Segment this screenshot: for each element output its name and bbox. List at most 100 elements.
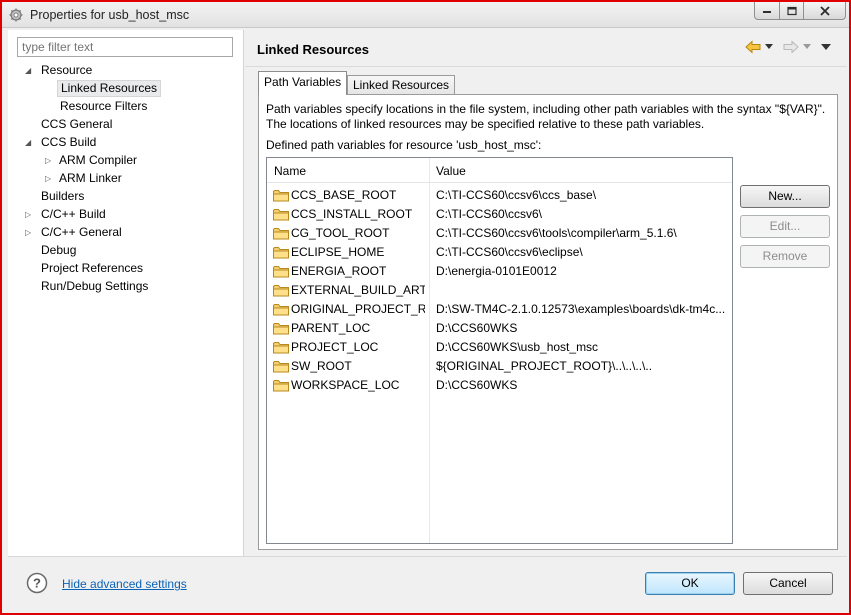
close-icon: [819, 6, 830, 15]
forward-dropdown-icon[interactable]: [803, 44, 811, 50]
sidebar-item-arm-linker[interactable]: ▷ ARM Linker: [8, 170, 242, 187]
sidebar-item-ccs-build[interactable]: ◢ CCS Build: [8, 134, 242, 151]
cancel-button[interactable]: Cancel: [743, 572, 833, 595]
back-dropdown-icon[interactable]: [765, 44, 773, 50]
table-row[interactable]: PROJECT_LOC D:\CCS60WKS\usb_host_msc: [267, 338, 732, 357]
filter-input[interactable]: [17, 37, 233, 57]
sidebar-item-label: Builders: [41, 189, 85, 203]
variable-name: WORKSPACE_LOC: [291, 378, 400, 392]
maximize-icon: [786, 6, 797, 15]
close-button[interactable]: [803, 2, 846, 20]
variable-name: PROJECT_LOC: [291, 340, 379, 354]
remove-button[interactable]: Remove: [740, 245, 830, 268]
collapsed-twisty-icon[interactable]: ▷: [25, 206, 35, 223]
back-arrow-icon[interactable]: [745, 40, 761, 54]
folder-icon: [273, 266, 289, 278]
table-row[interactable]: ENERGIA_ROOT D:\energia-0101E0012: [267, 262, 732, 281]
minimize-button[interactable]: [754, 2, 780, 20]
table-row[interactable]: ORIGINAL_PROJECT_R... D:\SW-TM4C-2.1.0.12…: [267, 300, 732, 319]
table-row[interactable]: WORKSPACE_LOC D:\CCS60WKS: [267, 376, 732, 395]
ok-button[interactable]: OK: [645, 572, 735, 595]
sidebar-item-label: ARM Compiler: [59, 153, 138, 167]
variable-name: CCS_INSTALL_ROOT: [291, 207, 413, 221]
expanded-twisty-icon[interactable]: ◢: [25, 62, 35, 79]
folder-icon: [273, 209, 289, 221]
table-row[interactable]: PARENT_LOC D:\CCS60WKS: [267, 319, 732, 338]
sidebar-item-c-c-build[interactable]: ▷ C/C++ Build: [8, 206, 242, 223]
folder-icon: [273, 361, 289, 373]
edit-button[interactable]: Edit...: [740, 215, 830, 238]
table-row[interactable]: CCS_INSTALL_ROOT C:\TI-CCS60\ccsv6\: [267, 205, 732, 224]
table-row[interactable]: ECLIPSE_HOME C:\TI-CCS60\ccsv6\eclipse\: [267, 243, 732, 262]
sidebar-item-ccs-general[interactable]: CCS General: [8, 116, 242, 133]
sidebar-item-run-debug-settings[interactable]: Run/Debug Settings: [8, 278, 242, 295]
svg-text:?: ?: [33, 576, 41, 591]
table-row[interactable]: CCS_BASE_ROOT C:\TI-CCS60\ccsv6\ccs_base\: [267, 186, 732, 205]
variable-value: D:\CCS60WKS: [436, 321, 518, 335]
variable-name: SW_ROOT: [291, 359, 352, 373]
history-controls: [745, 40, 835, 56]
sidebar-item-resource-filters[interactable]: Resource Filters: [8, 98, 242, 115]
sidebar-item-label: Linked Resources: [57, 80, 162, 97]
sidebar-item-label: Run/Debug Settings: [41, 279, 149, 293]
sidebar-item-label: ARM Linker: [59, 171, 122, 185]
preferences-nav: ◢ Resource Linked Resources Resource Filter…: [8, 30, 244, 556]
variable-value: D:\energia-0101E0012: [436, 264, 557, 278]
sidebar-item-arm-compiler[interactable]: ▷ ARM Compiler: [8, 152, 242, 169]
table-header: Name Value: [267, 158, 732, 183]
tab-label: Linked Resources: [353, 78, 450, 92]
variable-value: C:\TI-CCS60\ccsv6\ccs_base\: [436, 188, 597, 202]
column-header-value[interactable]: Value: [436, 164, 466, 178]
header-divider: [245, 66, 847, 67]
sidebar-item-resource[interactable]: ◢ Resource: [8, 62, 242, 79]
variable-name: CCS_BASE_ROOT: [291, 188, 397, 202]
table-row[interactable]: EXTERNAL_BUILD_ARTI...: [267, 281, 732, 300]
window-title: Properties for usb_host_msc: [30, 8, 190, 22]
help-icon[interactable]: ?: [26, 572, 48, 594]
tab-linked-resources[interactable]: Linked Resources: [347, 75, 456, 94]
folder-icon: [273, 342, 289, 354]
sidebar-item-label: Resource: [41, 63, 93, 77]
sidebar-item-linked-resources[interactable]: Linked Resources: [8, 80, 242, 97]
sidebar-item-c-c-general[interactable]: ▷ C/C++ General: [8, 224, 242, 241]
path-variables-table[interactable]: Name Value CCS_BASE_ROOT C:\TI-CCS60\ccsv…: [266, 157, 733, 544]
folder-icon: [273, 380, 289, 392]
folder-icon: [273, 247, 289, 259]
variable-name: EXTERNAL_BUILD_ARTI...: [291, 283, 425, 297]
variable-value: D:\CCS60WKS: [436, 378, 518, 392]
sidebar-item-label: CCS Build: [41, 135, 97, 149]
collapsed-twisty-icon[interactable]: ▷: [45, 170, 55, 187]
sidebar-item-label: Resource Filters: [60, 99, 148, 113]
expanded-twisty-icon[interactable]: ◢: [25, 134, 35, 151]
tab-path-variables[interactable]: Path Variables: [258, 71, 348, 95]
sidebar-item-label: C/C++ Build: [41, 207, 106, 221]
collapsed-twisty-icon[interactable]: ▷: [45, 152, 55, 169]
variable-value: ${ORIGINAL_PROJECT_ROOT}\..\..\..\..: [436, 359, 653, 373]
new-button[interactable]: New...: [740, 185, 830, 208]
maximize-button[interactable]: [779, 2, 804, 20]
folder-icon: [273, 323, 289, 335]
variable-value: C:\TI-CCS60\ccsv6\eclipse\: [436, 245, 583, 259]
hide-advanced-settings-link[interactable]: Hide advanced settings: [62, 577, 187, 591]
view-menu-icon[interactable]: [821, 44, 831, 51]
variable-name: CG_TOOL_ROOT: [291, 226, 390, 240]
collapsed-twisty-icon[interactable]: ▷: [25, 224, 35, 241]
title-bar: Properties for usb_host_msc: [2, 2, 849, 28]
sidebar-item-builders[interactable]: Builders: [8, 188, 242, 205]
tab-label: Path Variables: [264, 75, 342, 89]
table-row[interactable]: SW_ROOT ${ORIGINAL_PROJECT_ROOT}\..\..\..…: [267, 357, 732, 376]
forward-arrow-icon[interactable]: [783, 40, 799, 54]
table-row[interactable]: CG_TOOL_ROOT C:\TI-CCS60\ccsv6\tools\comp…: [267, 224, 732, 243]
sidebar-item-debug[interactable]: Debug: [8, 242, 242, 259]
column-header-name[interactable]: Name: [274, 164, 306, 178]
variable-name: ENERGIA_ROOT: [291, 264, 387, 278]
sidebar-item-label: CCS General: [41, 117, 113, 131]
variable-value: C:\TI-CCS60\ccsv6\tools\compiler\arm_5.1…: [436, 226, 677, 240]
folder-icon: [273, 228, 289, 240]
path-variables-panel: Path variables specify locations in the …: [258, 94, 838, 550]
variable-name: ORIGINAL_PROJECT_R...: [291, 302, 425, 316]
minimize-icon: [763, 10, 771, 13]
folder-icon: [273, 285, 289, 297]
sidebar-item-label: Debug: [41, 243, 77, 257]
sidebar-item-project-references[interactable]: Project References: [8, 260, 242, 277]
